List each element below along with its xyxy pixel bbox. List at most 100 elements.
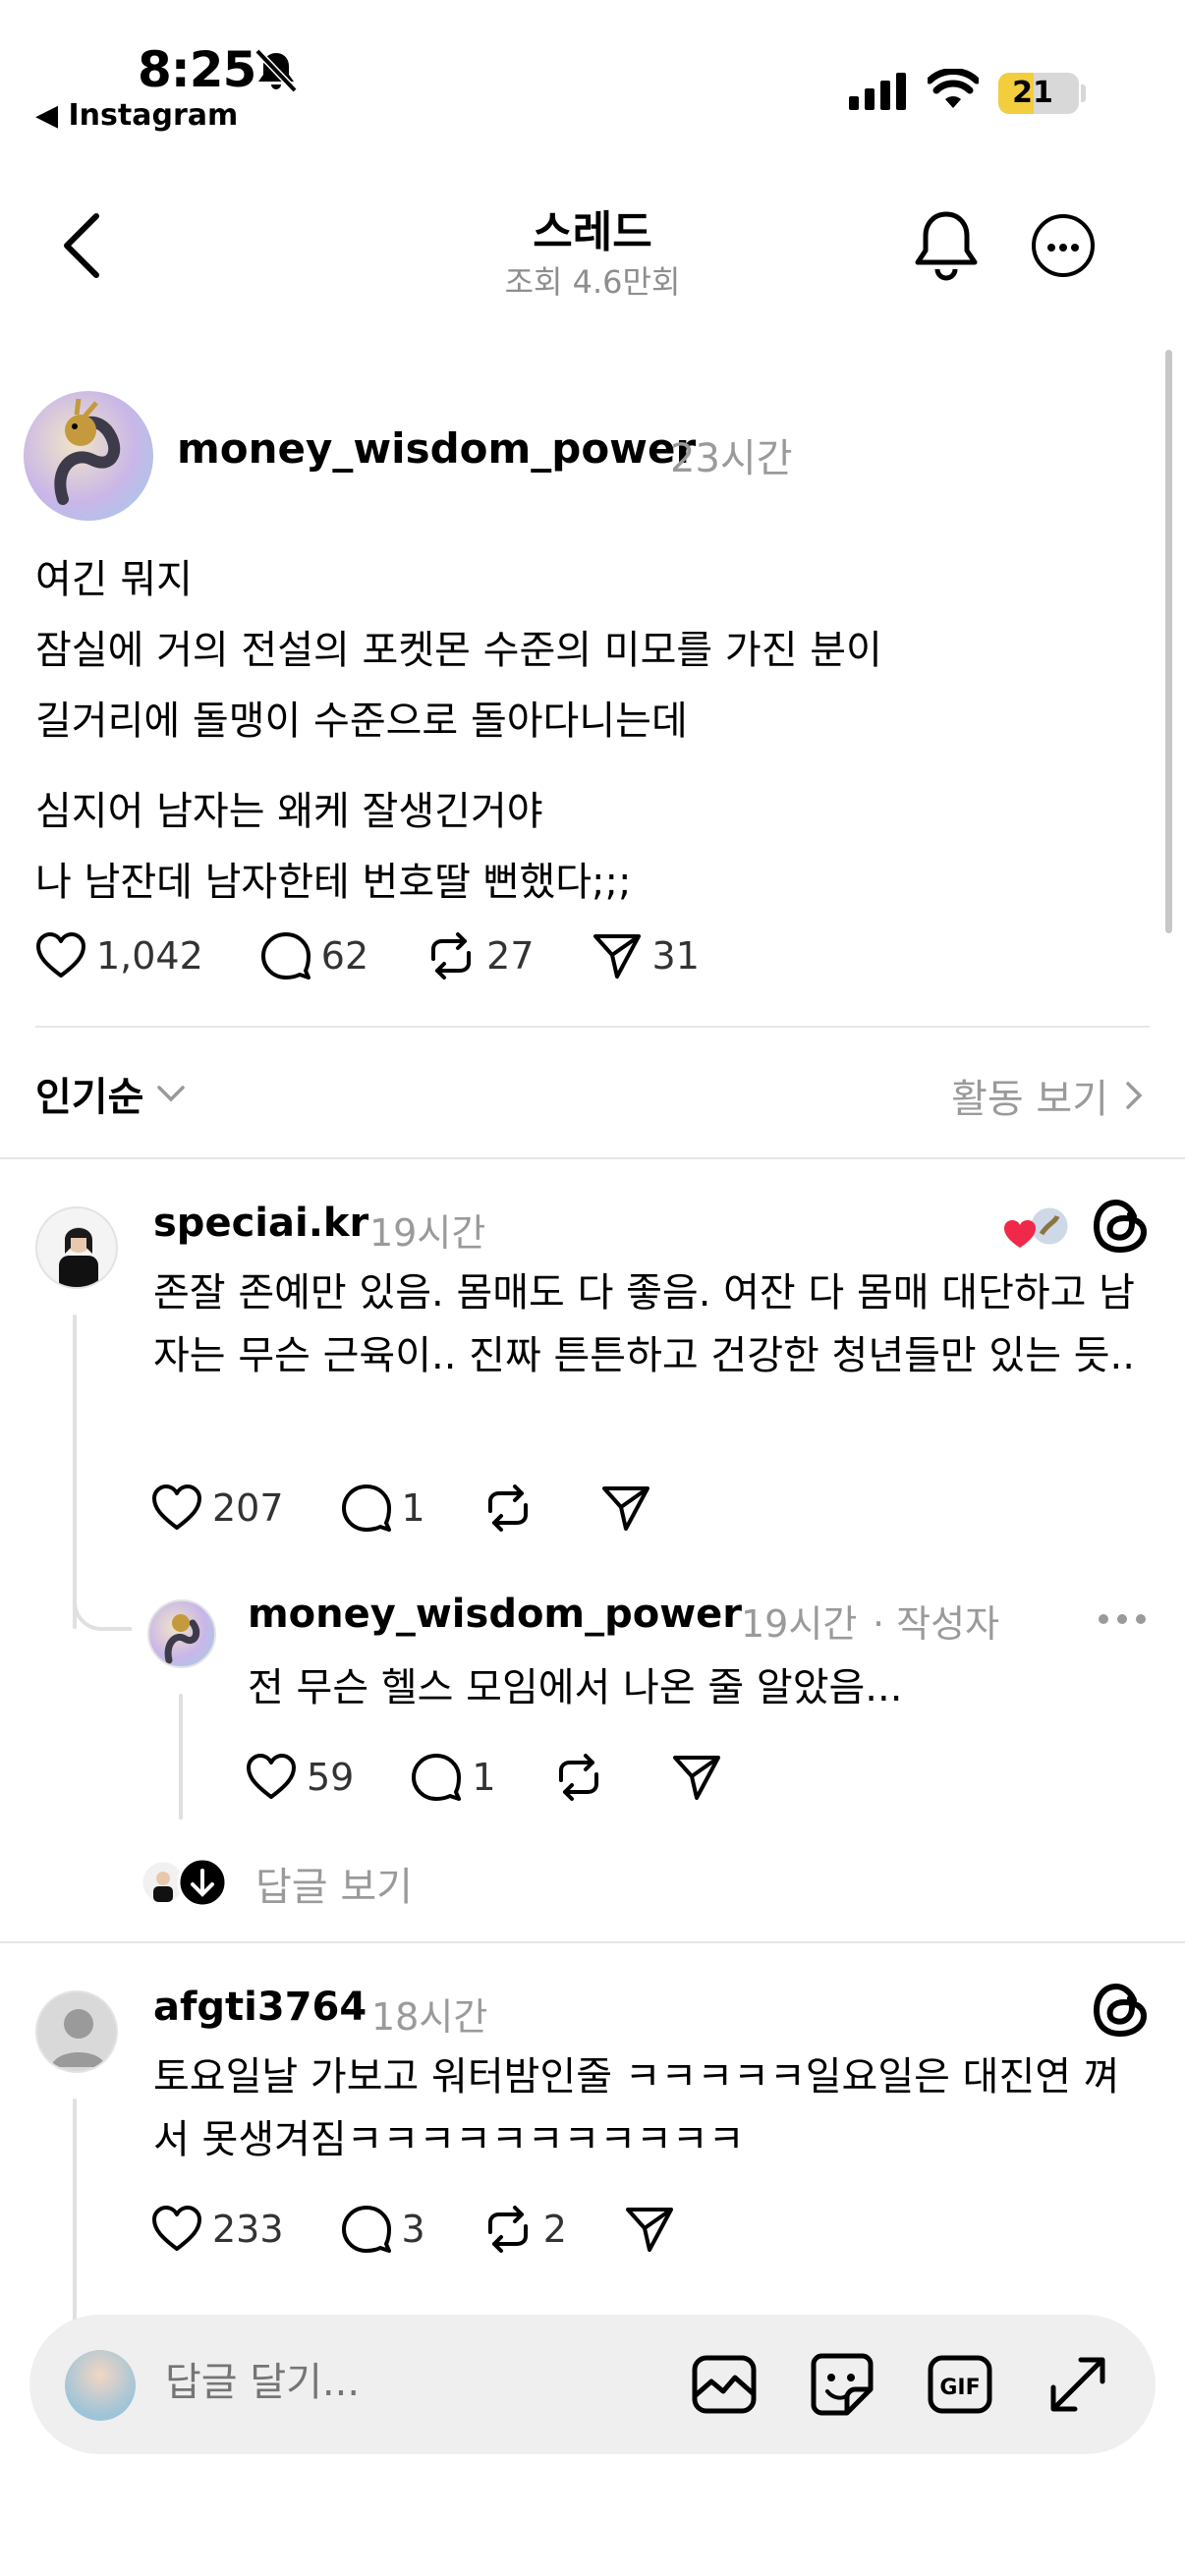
liked-by-author-icon xyxy=(1004,1204,1071,1248)
dragon-avatar-image xyxy=(164,1614,200,1664)
image-icon[interactable] xyxy=(690,2350,759,2419)
like-button[interactable]: 59 xyxy=(246,1754,354,1801)
sort-dropdown[interactable]: 인기순 xyxy=(35,1065,189,1122)
avatar xyxy=(65,2350,136,2421)
share-button[interactable] xyxy=(600,1484,661,1533)
comment-button[interactable]: 62 xyxy=(260,931,368,980)
thread-line xyxy=(179,1694,183,1820)
comment-icon xyxy=(260,932,310,980)
battery-icon: 21 xyxy=(998,73,1079,114)
repost-count: 2 xyxy=(542,2208,567,2251)
like-count: 59 xyxy=(307,1756,355,1799)
reply-avatars xyxy=(140,1857,228,1908)
send-icon xyxy=(625,2208,673,2252)
comment-icon xyxy=(341,1484,391,1532)
reply-input[interactable] xyxy=(165,2360,676,2405)
battery-tip xyxy=(1081,84,1086,102)
reply-username[interactable]: money_wisdom_power xyxy=(248,1592,742,1637)
share-count: 31 xyxy=(651,934,700,978)
comment-button[interactable]: 1 xyxy=(341,1484,425,1533)
repost-icon xyxy=(487,2206,528,2253)
comment-actions: 233 3 2 xyxy=(151,2205,742,2254)
wifi-icon xyxy=(928,69,979,108)
heart-icon xyxy=(247,1754,296,1799)
avatar[interactable] xyxy=(147,1599,216,1668)
post-line: 나 남잔데 남자한테 번호딸 뻔했다;;; xyxy=(35,860,632,905)
repost-button[interactable]: 2 xyxy=(482,2205,567,2254)
reply-actions: 59 1 xyxy=(246,1753,789,1802)
view-replies-button[interactable]: 답글 보기 xyxy=(255,1855,413,1912)
more-horizontal-icon[interactable] xyxy=(1097,1611,1148,1627)
like-button[interactable]: 1,042 xyxy=(35,932,203,980)
person-photo xyxy=(59,1227,98,1287)
heart-icon xyxy=(36,932,85,978)
status-bar: 8:25 ◀ Instagram 21 xyxy=(0,0,1185,147)
comment-username[interactable]: afgti3764 xyxy=(153,1985,367,2030)
divider xyxy=(0,1941,1185,1943)
comment-count: 1 xyxy=(472,1756,496,1799)
repost-icon xyxy=(487,1484,528,1532)
like-count: 1,042 xyxy=(96,934,203,978)
send-icon xyxy=(592,934,641,979)
comment-count: 62 xyxy=(320,934,369,978)
share-button[interactable] xyxy=(671,1753,732,1802)
post-time: 23시간 xyxy=(670,436,793,481)
bell-slash-icon xyxy=(254,49,298,92)
comment-text: 토요일날 가보고 워터밤인줄 ㅋㅋㅋㅋㅋ일요일은 대진연 껴서 못생겨짐ㅋㅋㅋㅋ… xyxy=(153,2054,1120,2162)
repost-icon xyxy=(431,932,472,980)
avatar[interactable] xyxy=(24,391,153,521)
sticker-icon[interactable] xyxy=(808,2350,876,2419)
heart-icon xyxy=(152,1484,201,1530)
thread-line xyxy=(73,2099,77,2330)
repost-button[interactable] xyxy=(482,1484,543,1533)
page-title: 스레드 xyxy=(533,207,652,257)
reply-text: 전 무슨 헬스 모임에서 나온 줄 알았음... xyxy=(248,1665,903,1710)
comment-count: 3 xyxy=(401,2208,425,2251)
threads-logo-icon[interactable] xyxy=(1093,1981,1150,2040)
post-actions: 1,042 62 27 31 xyxy=(35,931,757,980)
reply-time: 19시간 xyxy=(741,1602,858,1646)
divider xyxy=(0,1157,1185,1159)
comment-time: 19시간 xyxy=(369,1211,486,1255)
signal-icon xyxy=(849,73,906,110)
post-line: 심지어 남자는 왜케 잘생긴거야 xyxy=(35,789,543,834)
bell-icon[interactable] xyxy=(912,208,981,283)
comment-actions: 207 1 xyxy=(151,1484,718,1533)
more-icon[interactable] xyxy=(1032,214,1095,277)
chevron-right-icon xyxy=(1126,1082,1143,1109)
default-user-icon xyxy=(51,2009,106,2067)
send-icon xyxy=(601,1486,649,1531)
comment-time: 18시간 xyxy=(371,1995,488,2039)
avatar[interactable] xyxy=(35,1206,118,1289)
avatar[interactable] xyxy=(35,1990,118,2073)
like-button[interactable]: 233 xyxy=(151,2206,284,2253)
battery-level: 21 xyxy=(1012,76,1053,110)
comment-text: 존잘 존예만 있음. 몸매도 다 좋음. 여잔 다 몸매 대단하고 남자는 무슨… xyxy=(153,1270,1135,1378)
repost-count: 27 xyxy=(486,934,535,978)
comment-username[interactable]: speciai.kr xyxy=(153,1201,368,1246)
comment-button[interactable]: 3 xyxy=(341,2205,425,2254)
view-activity-link[interactable]: 활동 보기 xyxy=(951,1067,1146,1124)
svg-text:GIF: GIF xyxy=(939,2376,980,2400)
post-username[interactable]: money_wisdom_power xyxy=(177,424,696,473)
thread-connector xyxy=(73,1572,132,1631)
sort-label: 인기순 xyxy=(35,1075,144,1120)
status-time: 8:25 xyxy=(138,41,256,98)
gif-icon[interactable]: GIF xyxy=(926,2350,994,2419)
repost-button[interactable] xyxy=(553,1753,614,1802)
post-line: 길거리에 돌맹이 수준으로 돌아다니는데 xyxy=(35,699,688,744)
expand-icon[interactable] xyxy=(1044,2350,1112,2419)
back-to-instagram[interactable]: ◀ Instagram xyxy=(35,98,238,133)
comment-button[interactable]: 1 xyxy=(411,1753,496,1802)
threads-logo-icon[interactable] xyxy=(1093,1197,1150,1256)
reply-composer[interactable]: GIF xyxy=(29,2315,1156,2454)
share-button[interactable] xyxy=(624,2205,685,2254)
scrollbar[interactable] xyxy=(1165,350,1172,933)
chevron-down-icon xyxy=(157,1086,186,1102)
repost-icon xyxy=(558,1754,598,1801)
like-button[interactable]: 207 xyxy=(151,1484,284,1532)
like-count: 233 xyxy=(212,2208,284,2251)
comment-count: 1 xyxy=(401,1486,425,1530)
share-button[interactable]: 31 xyxy=(592,931,700,980)
repost-button[interactable]: 27 xyxy=(425,931,535,980)
